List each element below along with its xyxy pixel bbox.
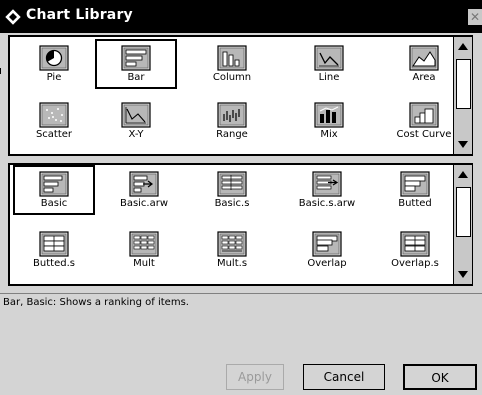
chart-library-icon [5, 9, 21, 25]
chart-option-mix[interactable]: Mix [288, 96, 370, 146]
bar-mult-icon [129, 231, 159, 257]
chart-option-label: Range [216, 129, 248, 140]
chart-option-pie[interactable]: Pie [13, 39, 95, 89]
chart-style-grid: Basic Basic.arw Basic.s Basic.s.arw Butted Bu… [10, 165, 452, 284]
chart-option-basic-arw[interactable]: Basic.arw [103, 165, 185, 215]
chart-option-label: Line [318, 72, 340, 83]
chart-option-column[interactable]: Column [191, 39, 273, 89]
column-icon [217, 45, 247, 71]
chart-option-label: Bar [127, 72, 145, 83]
chart-option-label: Mult [133, 258, 155, 269]
chart-option-label: Basic.s [214, 198, 250, 209]
window-title: Chart Library [26, 7, 133, 23]
chart-option-label: Mix [320, 129, 338, 140]
chart-option-x-y[interactable]: X-Y [95, 96, 177, 146]
bar-mult-s-icon [217, 231, 247, 257]
apply-button[interactable]: Apply [226, 364, 284, 390]
cancel-button[interactable]: Cancel [303, 364, 385, 390]
scroll-up-icon[interactable] [454, 39, 472, 55]
scatter-icon [39, 102, 69, 128]
bar-icon [121, 45, 151, 71]
bar-basic-icon [39, 171, 69, 197]
chart-option-label: Overlap [307, 258, 347, 269]
bar-overlap-icon [312, 231, 342, 257]
range-icon [217, 102, 247, 128]
bar-basic-s-icon [217, 171, 247, 197]
chart-option-overlap[interactable]: Overlap [286, 225, 368, 275]
chart-type-grid: Pie Bar Column Line Area Scatter X-Y Range Mix Co… [10, 37, 452, 154]
chart-option-range[interactable]: Range [191, 96, 273, 146]
chart-option-label: X-Y [128, 129, 144, 140]
chart-option-label: Basic.s.arw [298, 198, 356, 209]
chart-type-panel: Pie Bar Column Line Area Scatter X-Y Range Mix Co… [8, 35, 473, 156]
xy-icon [121, 102, 151, 128]
bar-basic-arrow-icon [129, 171, 159, 197]
chart-option-butted[interactable]: Butted [374, 165, 456, 215]
scroll-thumb[interactable] [456, 59, 471, 109]
chart-option-label: Scatter [35, 129, 73, 140]
scroll-thumb[interactable] [456, 187, 471, 237]
chart-option-butted-s[interactable]: Butted.s [13, 225, 95, 275]
edge-mark [0, 68, 1, 74]
bar-butted-s-icon [39, 231, 69, 257]
mix-icon [314, 102, 344, 128]
chart-option-mult-s[interactable]: Mult.s [191, 225, 273, 275]
chart-option-label: Pie [46, 72, 62, 83]
ok-button[interactable]: OK [403, 364, 477, 390]
pie-icon [39, 45, 69, 71]
chart-option-label: Butted [398, 198, 432, 209]
chart-type-scrollbar[interactable] [453, 37, 472, 154]
chart-option-bar[interactable]: Bar [95, 39, 177, 89]
description-area: Bar, Basic: Shows a ranking of items. [0, 293, 482, 347]
chart-option-label: Column [212, 72, 252, 83]
chart-style-panel: Basic Basic.arw Basic.s Basic.s.arw Butted Bu… [8, 163, 473, 286]
bar-butted-icon [400, 171, 430, 197]
chart-option-scatter[interactable]: Scatter [13, 96, 95, 146]
bar-basic-s-arrow-icon [312, 171, 342, 197]
close-icon[interactable]: ✕ [468, 9, 482, 25]
chart-option-mult[interactable]: Mult [103, 225, 185, 275]
scroll-down-icon[interactable] [454, 266, 472, 282]
description-text: Bar, Basic: Shows a ranking of items. [3, 297, 189, 308]
chart-style-scrollbar[interactable] [453, 165, 472, 284]
chart-option-label: Basic.arw [119, 198, 169, 209]
chart-option-basic-s-arw[interactable]: Basic.s.arw [286, 165, 368, 215]
title-bar: Chart Library ✕ [0, 0, 482, 33]
chart-option-line[interactable]: Line [288, 39, 370, 89]
scroll-down-icon[interactable] [454, 136, 472, 152]
chart-option-overlap-s[interactable]: Overlap.s [374, 225, 456, 275]
chart-option-label: Overlap.s [391, 258, 439, 269]
chart-option-label: Butted.s [33, 258, 75, 269]
line-icon [314, 45, 344, 71]
chart-option-basic-s[interactable]: Basic.s [191, 165, 273, 215]
chart-option-basic[interactable]: Basic [13, 165, 95, 215]
chart-option-label: Basic [40, 198, 68, 209]
area-icon [409, 45, 439, 71]
scroll-up-icon[interactable] [454, 167, 472, 183]
chart-option-label: Mult.s [216, 258, 248, 269]
cost-curve-icon [409, 102, 439, 128]
bar-overlap-s-icon [400, 231, 430, 257]
